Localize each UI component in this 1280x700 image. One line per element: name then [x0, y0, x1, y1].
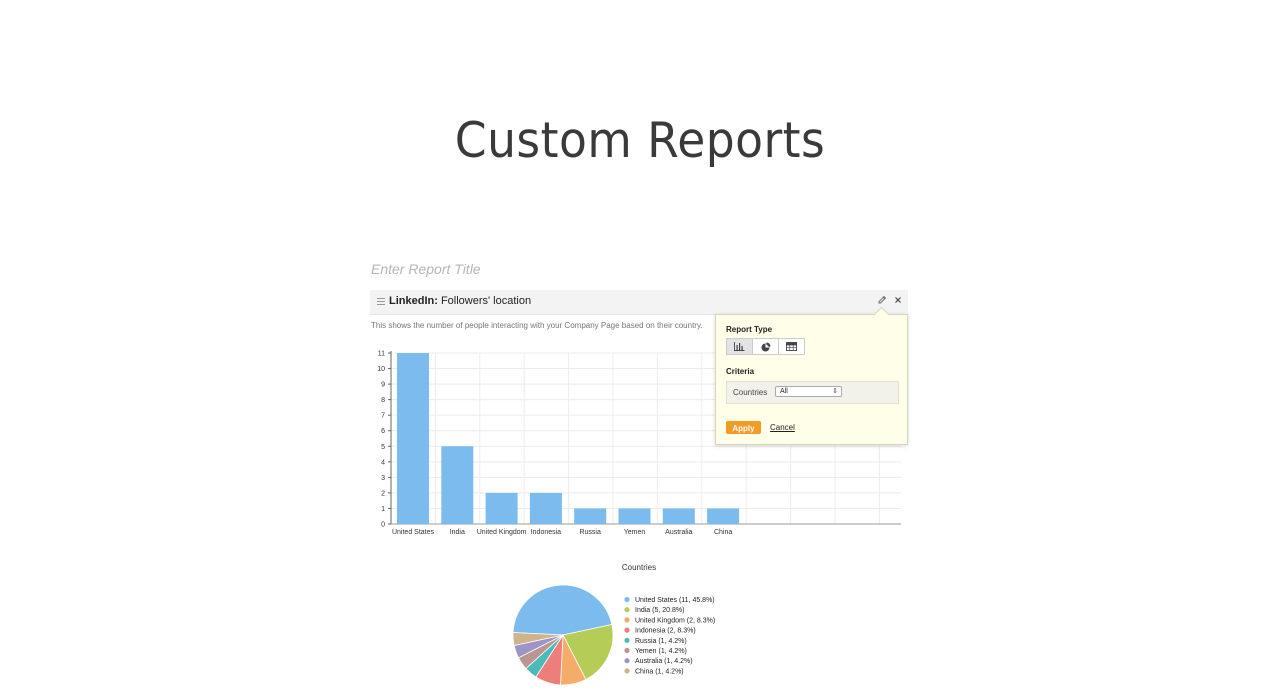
x-tick-label: United Kingdom: [477, 529, 527, 536]
legend-label: India (5, 20.8%): [635, 607, 684, 614]
x-tick-label: Russia: [579, 529, 601, 536]
pie-chart-type-button[interactable]: [753, 339, 779, 354]
bar: [707, 508, 740, 524]
legend-marker: [624, 668, 630, 674]
x-tick-label: China: [714, 529, 732, 536]
legend-label: Indonesia (2, 8.3%): [635, 628, 696, 635]
x-tick-label: Yemen: [624, 529, 646, 536]
countries-select[interactable]: All ⇕: [775, 386, 842, 397]
widget-title: LinkedIn: Followers' location: [389, 295, 531, 307]
pie-chart-icon: [761, 342, 770, 351]
x-tick-label: United States: [392, 529, 435, 536]
pencil-icon[interactable]: [877, 295, 887, 308]
cancel-link[interactable]: Cancel: [770, 423, 795, 432]
widget-title-text: Followers' location: [440, 295, 532, 307]
report-type-label: Report Type: [726, 325, 773, 334]
y-tick-label: 4: [381, 459, 385, 466]
widget-description: This shows the number of people interact…: [371, 321, 703, 330]
bar: [441, 446, 474, 524]
legend-marker: [624, 658, 630, 664]
bar: [485, 492, 518, 524]
legend-label: United Kingdom (2, 8.3%): [635, 617, 715, 624]
page-title: Custom Reports: [454, 112, 826, 169]
y-tick-label: 3: [381, 475, 385, 482]
widget-header: LinkedIn: Followers' location: [370, 290, 908, 315]
pie-chart: Countries United States (11, 45.8%) India …: [512, 563, 715, 686]
criteria-box: Countries All ⇕: [726, 381, 899, 404]
close-icon[interactable]: [893, 295, 903, 308]
legend-marker: [624, 596, 630, 603]
table-type-button[interactable]: [779, 339, 804, 354]
bar: [529, 492, 562, 524]
y-tick-label: 5: [381, 444, 385, 451]
report-title-input[interactable]: [371, 261, 671, 277]
criteria-label: Criteria: [726, 367, 755, 376]
apply-button[interactable]: Apply: [726, 421, 761, 434]
bar: [574, 508, 607, 524]
legend-label: Russia (1, 4.2%): [635, 638, 687, 645]
legend-marker: [624, 627, 630, 633]
countries-select-value: All: [780, 388, 788, 395]
report-settings-popover: Report Type Criteria Countries All ⇕ App…: [715, 306, 908, 445]
legend-label: United States (11, 45.8%): [635, 597, 715, 604]
legend-marker: [624, 607, 630, 613]
bar-chart-type-button[interactable]: [727, 339, 753, 354]
bar-chart-icon: [734, 342, 745, 351]
y-tick-label: 6: [381, 428, 385, 435]
bar: [397, 353, 429, 524]
y-tick-label: 7: [381, 413, 385, 420]
widget-source: LinkedIn:: [389, 295, 438, 307]
legend-marker: [624, 637, 630, 643]
legend-marker: [624, 647, 630, 654]
x-tick-label: Australia: [665, 529, 692, 536]
y-tick-label: 8: [381, 397, 385, 404]
y-tick-label: 1: [381, 506, 385, 513]
y-tick-label: 11: [378, 351, 385, 358]
select-caret-icon: ⇕: [832, 388, 838, 395]
pie-title: Countries: [622, 563, 656, 572]
drag-handle-icon[interactable]: [377, 298, 385, 306]
legend-marker: [624, 617, 630, 623]
bar: [662, 508, 695, 524]
bar: [618, 508, 651, 524]
x-tick-label: Indonesia: [531, 529, 561, 536]
legend-label: Australia (1, 4.2%): [635, 658, 693, 665]
y-tick-label: 0: [381, 522, 385, 529]
table-icon: [786, 342, 797, 351]
legend-label: China (1, 4.2%): [635, 668, 684, 675]
legend-label: Yemen (1, 4.2%): [635, 648, 687, 655]
y-tick-label: 10: [377, 366, 385, 373]
y-tick-label: 9: [381, 382, 385, 389]
report-type-selector: [726, 338, 805, 355]
y-tick-label: 2: [381, 490, 385, 497]
countries-label: Countries: [733, 388, 768, 397]
x-tick-label: India: [450, 529, 465, 536]
